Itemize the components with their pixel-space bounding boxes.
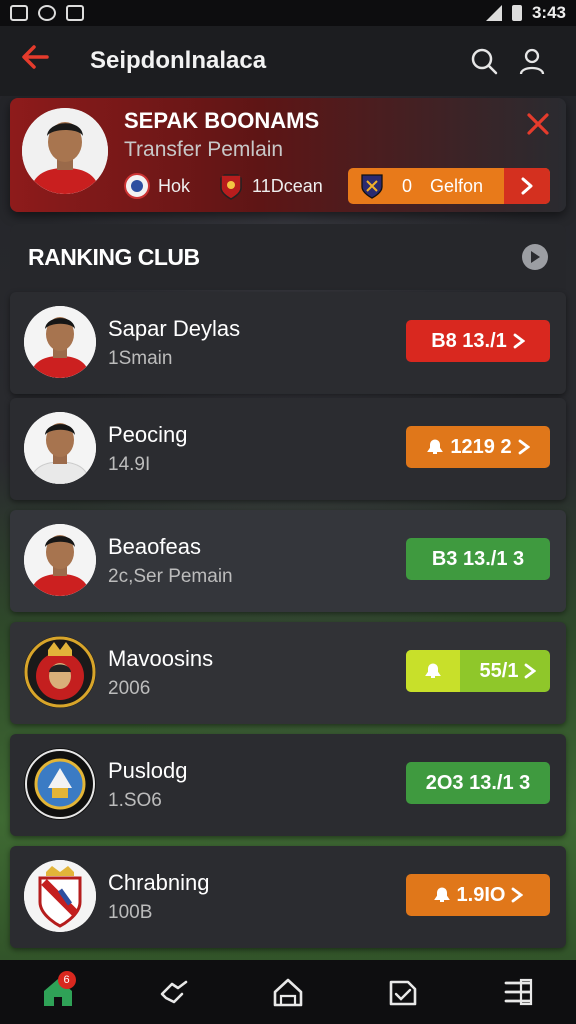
player-avatar [24, 524, 96, 596]
ranking-value: 1219 2 [450, 435, 512, 458]
club-avatar [24, 748, 96, 820]
team-crest-icon [220, 174, 242, 200]
ranking-more-button[interactable] [522, 244, 548, 270]
chevron-right-icon [512, 887, 524, 903]
player-avatar [24, 412, 96, 484]
status-time: 3:43 [531, 3, 566, 22]
ranking-title: RANKING CLUB [28, 243, 200, 270]
club-name: Mavoosins [108, 646, 214, 671]
team-crest-icon [361, 174, 383, 199]
player-avatar [24, 306, 96, 378]
chevron-right-icon [504, 168, 550, 204]
team-crest-icon [124, 173, 150, 199]
team1-label: Hok [158, 175, 191, 196]
ranking-value-button[interactable]: B3 13./1 3 [406, 538, 550, 580]
featured-player-card[interactable]: SEPAK BOONAMS Transfer Pemlain Hok 11Dce… [10, 98, 566, 212]
ranking-value: 1.9IO [456, 883, 506, 906]
status-bar: 3:43 [0, 0, 576, 26]
club-subtext: 100B [108, 902, 153, 923]
search-icon [471, 48, 498, 75]
back-button[interactable] [20, 42, 70, 80]
bell-icon [425, 663, 441, 678]
club-crest-icon [25, 749, 95, 819]
nav-home[interactable]: 6 [28, 967, 88, 1017]
featured-action-icon-text: 0 [402, 175, 413, 196]
ranking-value-button[interactable]: B8 13./1 [406, 320, 550, 362]
nav-transfer[interactable] [143, 967, 203, 1017]
player-photo-icon [24, 524, 96, 596]
ranking-value: 2O3 13./1 3 [425, 771, 531, 794]
player-name: Beaofeas [108, 534, 201, 559]
menu-icon [504, 978, 533, 1006]
app-bar: Seipdonlnalaca [0, 26, 576, 96]
player-photo-icon [22, 108, 108, 194]
club-avatar [24, 860, 96, 932]
ranking-value-button[interactable]: 1219 2 [406, 426, 550, 468]
team2-label: 11Dcean [252, 175, 323, 196]
player-name: Peocing [108, 422, 188, 447]
ranking-value: B3 13./1 3 [431, 547, 525, 570]
house-icon [273, 978, 303, 1007]
chevron-right-icon [518, 439, 530, 455]
search-button[interactable] [460, 47, 508, 75]
ranking-value-button[interactable]: 1.9IO [406, 874, 550, 916]
arrow-left-icon [22, 45, 49, 69]
page-title: Seipdonlnalaca [90, 47, 267, 74]
ranking-value-button[interactable]: 55/1 [406, 650, 550, 692]
notification-badge: 6 [57, 971, 76, 989]
club-avatar [24, 636, 96, 708]
cards-icon [389, 980, 417, 1006]
nav-cards[interactable] [373, 967, 433, 1017]
player-subtext: 2c,Ser Pemain [108, 566, 233, 587]
ranking-row[interactable]: Puslodg 1.SO6 2O3 13./1 3 [10, 734, 566, 836]
ranking-row[interactable]: Sapar Deylas 1Smain B8 13./1 [10, 292, 566, 394]
ranking-value: 55/1 [479, 659, 519, 682]
bell-icon [427, 439, 444, 454]
play-icon [531, 251, 540, 263]
club-crest-icon [24, 860, 96, 932]
club-subtext: 2006 [108, 678, 151, 699]
player-name: Sapar Deylas [108, 316, 241, 341]
bottom-nav: 6 [0, 960, 576, 1024]
nav-menu[interactable] [488, 967, 548, 1017]
featured-action-button[interactable]: 0 Gelfon [348, 168, 550, 204]
featured-player-avatar [22, 108, 108, 194]
battery-icon [511, 5, 522, 21]
featured-teams: Hok 11Dcean [124, 172, 323, 200]
ranking-value-button[interactable]: 2O3 13./1 3 [406, 762, 550, 804]
notification-icon [38, 5, 56, 21]
featured-player-name: SEPAK BOONAMS [124, 108, 320, 133]
ranking-row[interactable]: Chrabning 100B 1.9IO [10, 846, 566, 948]
player-photo-icon [24, 412, 96, 484]
image-icon [10, 5, 28, 21]
share-icon [160, 980, 188, 1004]
ranking-row[interactable]: Peocing 14.9I 1219 2 [10, 398, 566, 500]
gallery-icon [66, 5, 84, 21]
ranking-header: RANKING CLUB [10, 224, 566, 290]
featured-action-label: Gelfon [430, 175, 484, 196]
close-icon [527, 113, 549, 135]
club-name: Puslodg [108, 758, 188, 783]
player-subtext: 1Smain [108, 348, 173, 369]
club-subtext: 1.SO6 [108, 790, 162, 811]
user-icon [519, 48, 545, 75]
ranking-row[interactable]: Beaofeas 2c,Ser Pemain B3 13./1 3 [10, 510, 566, 612]
ranking-value: B8 13./1 [431, 329, 507, 352]
chevron-right-icon [525, 663, 537, 679]
bell-icon [433, 887, 450, 902]
nav-stadium[interactable] [258, 967, 318, 1017]
player-photo-icon [24, 306, 96, 378]
club-crest-icon [24, 636, 96, 708]
ranking-row[interactable]: Mavoosins 2006 55/1 [10, 622, 566, 724]
player-subtext: 14.9I [108, 454, 151, 475]
profile-button[interactable] [508, 47, 556, 75]
close-button[interactable] [526, 110, 550, 144]
featured-player-subtitle: Transfer Pemlain [124, 138, 284, 161]
chevron-right-icon [513, 333, 525, 349]
signal-icon [485, 5, 502, 21]
club-name: Chrabning [108, 870, 210, 895]
